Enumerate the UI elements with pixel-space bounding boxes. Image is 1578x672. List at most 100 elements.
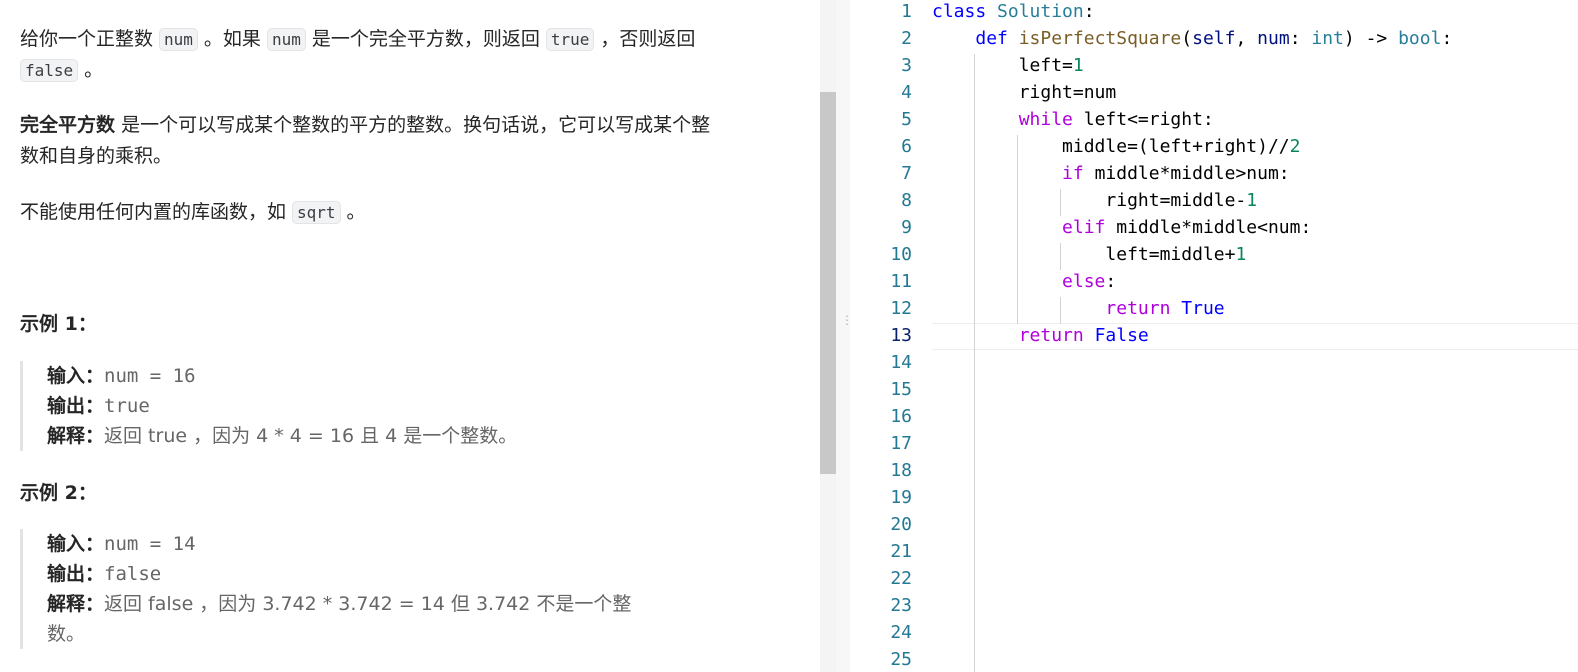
line-number: 20 bbox=[890, 514, 912, 535]
output-value: false bbox=[104, 563, 162, 585]
code-token: 1 bbox=[1072, 55, 1084, 76]
code-line[interactable]: right=middle-1 bbox=[932, 187, 1257, 214]
example-2-input: 输入：num = 14 bbox=[47, 529, 790, 559]
description-text: 。 bbox=[84, 59, 104, 81]
code-text-area[interactable]: class Solution: def isPerfectSquare(self… bbox=[932, 0, 1578, 672]
line-number: 6 bbox=[901, 136, 912, 157]
code-token: while bbox=[1018, 109, 1073, 130]
code-token: : bbox=[1083, 1, 1095, 22]
code-token: : bbox=[1105, 271, 1117, 292]
description-paragraph-3: 不能使用任何内置的库函数，如 sqrt。 bbox=[20, 197, 366, 228]
example-1-title: 示例 1： bbox=[20, 313, 97, 335]
code-token: 1 bbox=[1246, 190, 1258, 211]
description-paragraph-1-cont: false。 bbox=[20, 55, 103, 86]
code-token: : bbox=[1441, 28, 1453, 49]
code-line[interactable]: while left<=right: bbox=[932, 106, 1214, 133]
problem-scrollbar-thumb[interactable] bbox=[820, 92, 836, 474]
code-token: else bbox=[1062, 271, 1106, 292]
inline-code-num: num bbox=[266, 28, 306, 51]
line-number: 24 bbox=[890, 622, 912, 643]
example-2-block: 输入：num = 14 输出：false 解释：返回 false ，因为 3.7… bbox=[20, 529, 790, 649]
code-line[interactable]: left=middle+1 bbox=[932, 241, 1246, 268]
line-number: 10 bbox=[890, 244, 912, 265]
description-paragraph-2: 完全平方数 是一个可以写成某个整数的平方的整数。换句话说，它可以写成某个整 bbox=[20, 110, 710, 141]
code-token: right=middle- bbox=[932, 190, 1247, 211]
code-line[interactable]: else: bbox=[932, 268, 1116, 295]
explanation-label: 解释： bbox=[47, 593, 105, 615]
description-text: ，否则返回 bbox=[600, 28, 696, 50]
line-number: 22 bbox=[890, 568, 912, 589]
code-token: return bbox=[1018, 325, 1084, 346]
description-paragraph-2-cont: 数和自身的乘积。 bbox=[20, 141, 172, 172]
code-line[interactable]: def isPerfectSquare(self, num: int) -> b… bbox=[932, 25, 1452, 52]
line-number: 13 bbox=[890, 325, 912, 346]
explanation-value: 数。 bbox=[47, 623, 86, 645]
splitter-grip-icon[interactable]: ⋮ bbox=[841, 314, 853, 340]
code-token: self bbox=[1192, 28, 1236, 49]
code-line[interactable]: right=num bbox=[932, 79, 1117, 106]
code-token: bool bbox=[1398, 28, 1442, 49]
leetcode-workspace: 给你一个正整数 num 。如果 num 是一个完全平方数，则返回 true ，否则返回 fa… bbox=[0, 0, 1578, 672]
output-label: 输出： bbox=[47, 563, 105, 585]
code-token: middle=(left+right)// bbox=[932, 136, 1290, 157]
code-line[interactable]: return False bbox=[932, 322, 1149, 349]
code-token: left= bbox=[932, 55, 1073, 76]
code-token: middle*middle>num: bbox=[1083, 163, 1290, 184]
code-line[interactable]: class Solution: bbox=[932, 0, 1095, 25]
line-number: 5 bbox=[901, 109, 912, 130]
code-token: num bbox=[1257, 28, 1290, 49]
line-number: 16 bbox=[890, 406, 912, 427]
code-token: elif bbox=[1062, 217, 1106, 238]
code-token: ) -> bbox=[1343, 28, 1399, 49]
code-line[interactable]: left=1 bbox=[932, 52, 1084, 79]
explanation-value: 返回 true ，因为 4 * 4 = 16 且 4 是一个整数。 bbox=[104, 425, 518, 447]
description-text: 。如果 bbox=[203, 28, 261, 50]
line-number: 1 bbox=[901, 1, 912, 22]
line-number: 25 bbox=[890, 649, 912, 670]
code-line[interactable]: if middle*middle>num: bbox=[932, 160, 1290, 187]
code-token: right=num bbox=[932, 82, 1117, 103]
line-number: 8 bbox=[901, 190, 912, 211]
description-text: 。 bbox=[346, 201, 366, 223]
input-value: num = 16 bbox=[104, 365, 196, 387]
code-line[interactable]: elif middle*middle<num: bbox=[932, 214, 1311, 241]
code-token: True bbox=[1181, 298, 1225, 319]
line-number: 17 bbox=[890, 433, 912, 454]
input-value: num = 14 bbox=[104, 533, 196, 555]
code-line[interactable]: return True bbox=[932, 295, 1225, 322]
code-token: ( bbox=[1181, 28, 1193, 49]
description-text: 给你一个正整数 bbox=[20, 28, 154, 50]
code-token: def bbox=[975, 28, 1019, 49]
code-token: 1 bbox=[1235, 244, 1247, 265]
code-token: int bbox=[1311, 28, 1344, 49]
code-token: 2 bbox=[1289, 136, 1301, 157]
line-number: 7 bbox=[901, 163, 912, 184]
line-number: 21 bbox=[890, 541, 912, 562]
inline-code-sqrt: sqrt bbox=[292, 201, 341, 224]
example-2-explanation-cont: 数。 bbox=[47, 619, 790, 649]
code-editor[interactable]: 1 2 3 4 5 6 7 8 9 10 11 12 13 14 15 16 17 18 19 20 21 22 23 24 2… bbox=[850, 0, 1578, 672]
code-token: left<=right: bbox=[1072, 109, 1214, 130]
code-line[interactable]: middle=(left+right)//2 bbox=[932, 133, 1300, 160]
inline-code-num: num bbox=[159, 28, 198, 51]
code-token: return bbox=[1105, 298, 1171, 319]
example-1-output: 输出：true bbox=[47, 391, 790, 421]
example-1-explanation: 解释：返回 true ，因为 4 * 4 = 16 且 4 是一个整数。 bbox=[47, 421, 790, 451]
code-token: left=middle+ bbox=[932, 244, 1236, 265]
example-2-output: 输出：false bbox=[47, 559, 790, 589]
example-2-explanation: 解释：返回 false ，因为 3.742 * 3.742 = 14 但 3.7… bbox=[47, 589, 790, 619]
description-text: 是一个完全平方数，则返回 bbox=[311, 28, 540, 50]
code-token: Solution bbox=[997, 1, 1084, 22]
line-number: 14 bbox=[890, 352, 912, 373]
code-token: : bbox=[1289, 28, 1312, 49]
problem-description-panel: 给你一个正整数 num 。如果 num 是一个完全平方数，则返回 true ，否则返回 fa… bbox=[0, 0, 820, 672]
